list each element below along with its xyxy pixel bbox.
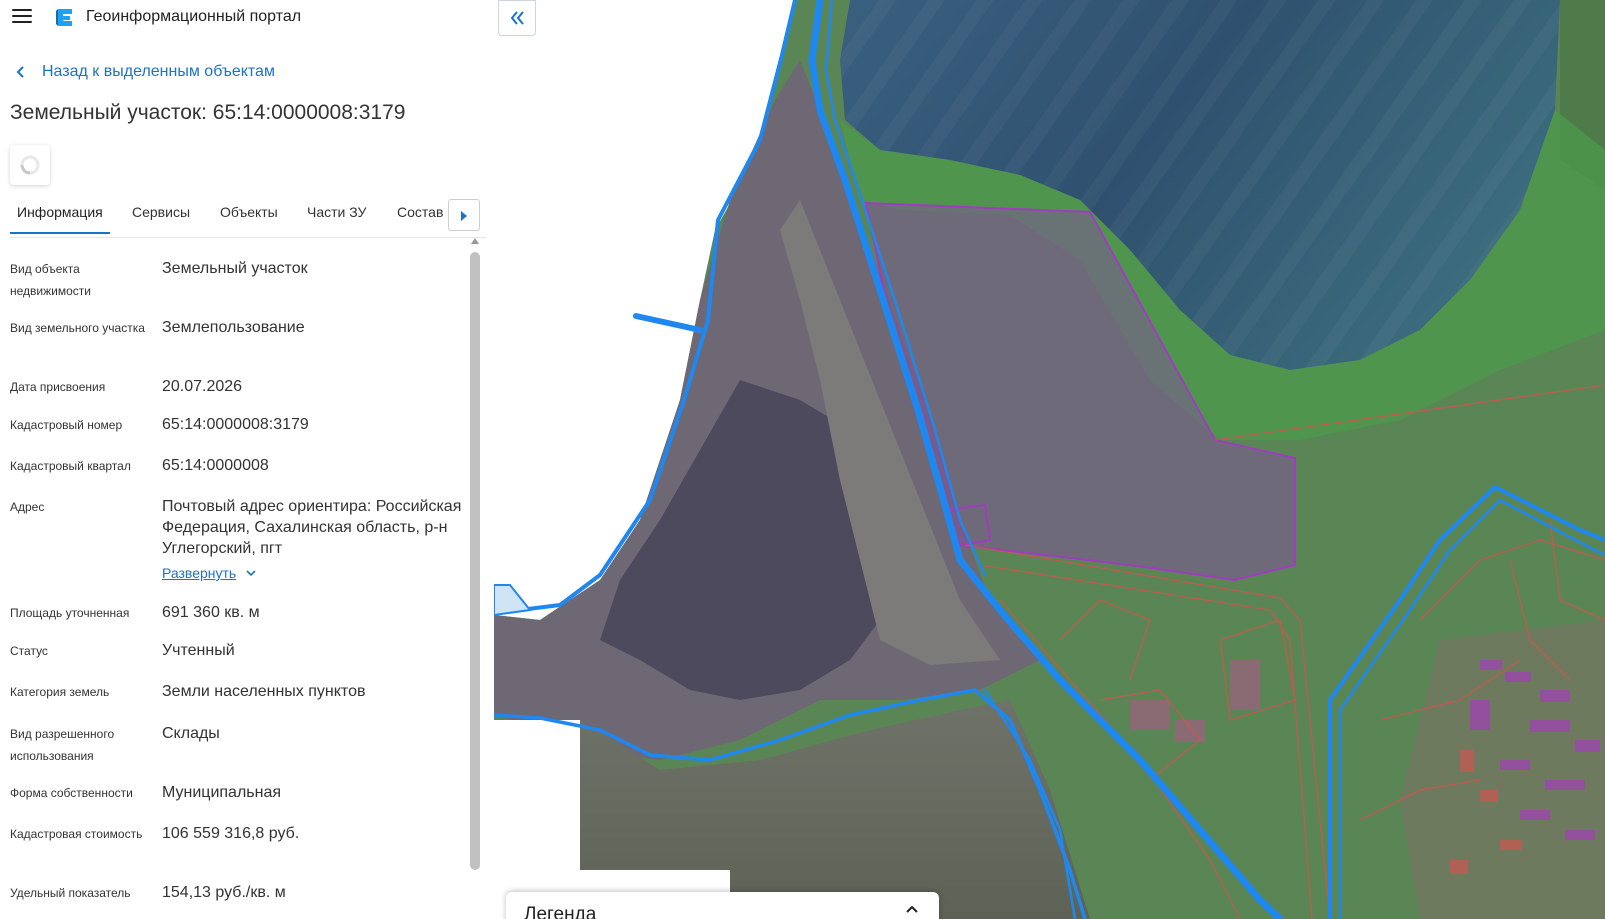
portal-logo-icon: [56, 9, 72, 26]
collapse-panel-button[interactable]: [498, 0, 536, 36]
info-label: Категория земель: [10, 685, 110, 699]
info-label: Удельный показатель: [10, 886, 131, 900]
info-value: 154,13 руб./кв. м: [162, 884, 286, 901]
info-label: Кадастровая стоимость: [10, 827, 143, 841]
info-value: Склады: [162, 725, 220, 742]
hamburger-menu-icon[interactable]: [12, 8, 32, 24]
app-title: Геоинформационный портал: [86, 8, 302, 25]
page-title: Земельный участок: 65:14:0000008:3179: [10, 101, 406, 124]
info-label: Адрес: [10, 500, 45, 514]
info-label: Кадастровый квартал: [10, 459, 131, 473]
tabs-scroll-right-button[interactable]: [448, 199, 480, 231]
tab-bar: Информация Сервисы Объекты Части ЗУ Сост…: [10, 196, 486, 238]
info-label: Форма собственности: [10, 786, 133, 800]
info-label: Вид земельного участка: [10, 321, 145, 335]
info-value: Земельный участок: [162, 260, 308, 277]
scrollbar-thumb[interactable]: [470, 252, 480, 870]
info-value: 65:14:0000008: [162, 457, 269, 474]
info-label: Статус: [10, 644, 48, 658]
object-info-panel: Геоинформационный портал Назад к выделен…: [0, 0, 494, 919]
chevron-up-icon[interactable]: [905, 904, 919, 914]
info-value: Муниципальная: [162, 784, 282, 801]
back-link-label: Назад к выделенным объектам: [42, 63, 275, 80]
info-list: Вид объекта недвижимости Земельный участ…: [10, 252, 470, 919]
active-tab-indicator: [10, 232, 110, 234]
info-value: 691 360 кв. м: [162, 604, 260, 621]
chevron-left-icon: [16, 66, 24, 78]
info-value-address: Почтовый адрес ориентира: Российская Фед…: [162, 496, 462, 584]
back-to-selected-link[interactable]: Назад к выделенным объектам: [14, 62, 275, 82]
top-bar: Геоинформационный портал: [0, 0, 494, 34]
tab-services[interactable]: Сервисы: [132, 204, 190, 220]
address-text: Почтовый адрес ориентира: Российская Фед…: [162, 498, 462, 557]
info-label: Площадь уточненная: [10, 606, 130, 620]
chevron-down-icon: [246, 570, 256, 577]
info-value: 20.07.2026: [162, 378, 243, 395]
info-value: 106 559 316,8 руб.: [162, 825, 300, 842]
legend-panel[interactable]: Легенда: [506, 892, 939, 919]
info-value: 65:14:0000008:3179: [162, 416, 309, 433]
info-label: Вид разрешенного использования: [10, 727, 115, 763]
expand-label: Развернуть: [162, 565, 237, 581]
tab-parts[interactable]: Части ЗУ: [307, 204, 366, 220]
info-value: Земли населенных пунктов: [162, 683, 366, 700]
info-label: Дата присвоения: [10, 380, 106, 394]
legend-title: Легенда: [524, 904, 597, 919]
caret-right-icon: [461, 211, 467, 221]
info-label: Кадастровый номер: [10, 418, 123, 432]
spinner-icon: [20, 155, 40, 175]
info-scrollbar[interactable]: [470, 238, 480, 919]
loading-spinner: [10, 145, 50, 185]
info-value: Учтенный: [162, 642, 235, 659]
info-value: Землепользование: [162, 319, 305, 336]
double-chevron-left-icon: [510, 11, 524, 25]
scroll-up-arrow-icon[interactable]: [471, 238, 479, 244]
tab-objects[interactable]: Объекты: [220, 204, 278, 220]
info-label: Вид объекта недвижимости: [10, 262, 91, 298]
tab-composition[interactable]: Состав: [397, 204, 443, 220]
expand-address-link[interactable]: Развернуть: [162, 563, 256, 584]
tab-information[interactable]: Информация: [17, 204, 103, 220]
